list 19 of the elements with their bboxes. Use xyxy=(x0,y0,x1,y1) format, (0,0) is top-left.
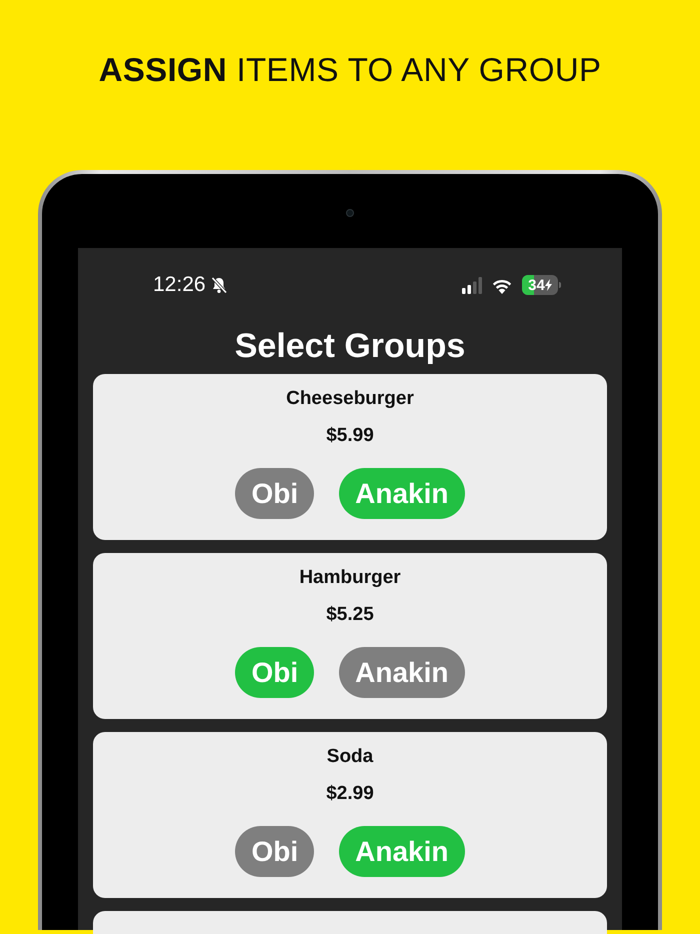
item-price: $2.99 xyxy=(326,782,374,806)
group-toggle[interactable]: Anakin xyxy=(339,826,465,877)
signal-icon xyxy=(462,276,482,294)
item-name: Cheeseburger xyxy=(286,387,414,411)
screen-title: Select Groups xyxy=(234,326,466,367)
group-toggle[interactable]: Obi xyxy=(235,826,314,877)
item-name: Hamburger xyxy=(299,566,401,590)
item-price: $5.25 xyxy=(326,603,374,627)
bolt-icon xyxy=(544,279,552,291)
headline: ASSIGN ITEMS TO ANY GROUP xyxy=(98,50,602,90)
item-name: Soda xyxy=(326,745,374,769)
group-toggle[interactable]: Obi xyxy=(235,647,314,698)
bell-slash-icon xyxy=(210,276,228,294)
status-time: 12:26 xyxy=(153,273,206,297)
group-toggle[interactable]: Anakin xyxy=(339,468,465,519)
camera-icon xyxy=(346,209,354,217)
item-price: $5.99 xyxy=(326,424,374,448)
group-toggle[interactable]: Obi xyxy=(235,468,314,519)
group-toggle[interactable]: Anakin xyxy=(339,647,465,698)
